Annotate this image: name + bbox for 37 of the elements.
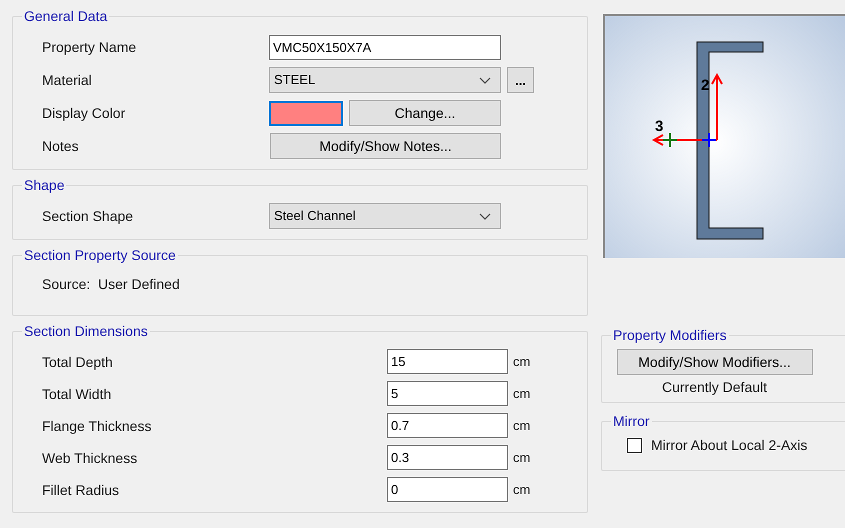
more-button[interactable]: ... xyxy=(507,67,534,93)
modifiers-status: Currently Default xyxy=(662,378,768,396)
change-button[interactable]: Change... xyxy=(349,100,501,126)
dimension-field[interactable]: 0 xyxy=(387,477,508,502)
field-label: Total Width xyxy=(42,384,112,402)
dimension-field[interactable]: 5 xyxy=(387,381,508,406)
axis-label: 3 xyxy=(655,118,664,135)
dimension-field[interactable]: 15 xyxy=(387,349,508,374)
group-title: General Data xyxy=(23,8,108,24)
dropdown[interactable]: Steel Channel xyxy=(269,203,501,229)
unit-label: cm xyxy=(513,416,532,435)
property-name-field[interactable]: VMC50X150X7A xyxy=(269,34,501,60)
field-label: Display Color xyxy=(42,104,126,122)
group-title: Property Modifiers xyxy=(612,327,728,343)
field-label: Web Thickness xyxy=(42,448,138,466)
field-label: Notes xyxy=(42,137,79,155)
unit-label: cm xyxy=(513,448,532,467)
field-label: Total Depth xyxy=(42,352,113,370)
field-label: Flange Thickness xyxy=(42,416,152,434)
group-title: Section Property Source xyxy=(23,247,177,263)
unit-label: cm xyxy=(513,384,532,403)
group-title: Section Dimensions xyxy=(23,323,149,339)
dimension-field[interactable]: 0.3 xyxy=(387,445,508,470)
field-label: Material xyxy=(42,71,92,89)
dropdown[interactable]: STEEL xyxy=(269,67,501,93)
unit-label: cm xyxy=(513,352,532,371)
group-title: Shape xyxy=(23,177,66,193)
field-label: Section Shape xyxy=(42,207,134,225)
dimension-field[interactable]: 0.7 xyxy=(387,413,508,438)
source-text: Source: User Defined xyxy=(42,275,180,293)
modify-notes-button[interactable]: Modify/Show Notes... xyxy=(270,133,501,159)
mirror-checkbox[interactable]: Mirror About Local 2-Axis xyxy=(627,429,837,456)
field-label: Property Name xyxy=(42,38,136,56)
unit-label: cm xyxy=(513,480,532,499)
field-label: Fillet Radius xyxy=(42,480,120,498)
group-title: Mirror xyxy=(612,413,651,429)
modify-modifiers-button[interactable]: Modify/Show Modifiers... xyxy=(616,349,812,375)
